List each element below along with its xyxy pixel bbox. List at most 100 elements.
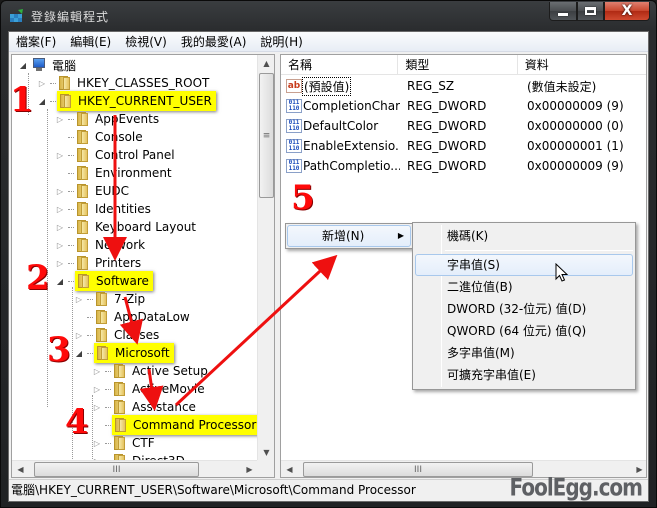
submenu-item[interactable]: 機碼(K) bbox=[415, 225, 633, 247]
tree-item[interactable]: ◢ HKEY_CURRENT_USER bbox=[37, 91, 216, 111]
highlighted-key[interactable]: Microsoft bbox=[94, 343, 174, 363]
tree-item[interactable]: ▷ Assistance bbox=[92, 398, 196, 416]
maximize-button[interactable] bbox=[577, 2, 604, 21]
submenu-item[interactable]: 多字串值(M) bbox=[415, 342, 633, 364]
scroll-thumb[interactable]: III bbox=[34, 462, 199, 477]
tree-item[interactable]: ◢ Software bbox=[55, 271, 153, 291]
tree-item-computer[interactable]: ◢ 電腦 bbox=[18, 56, 76, 74]
tree-item[interactable]: ▷ AppEvents bbox=[55, 110, 159, 128]
key-node[interactable]: Printers bbox=[75, 256, 141, 270]
key-node[interactable]: Identities bbox=[75, 202, 151, 216]
tree-item[interactable]: ◢ Microsoft bbox=[74, 343, 174, 363]
expand-arrow-icon[interactable]: ▷ bbox=[37, 78, 47, 88]
key-node[interactable]: AppEvents bbox=[75, 112, 159, 126]
minimize-button[interactable] bbox=[549, 2, 577, 21]
expand-arrow-icon[interactable]: ▷ bbox=[74, 330, 84, 340]
menu-item-label: 多字串值(M) bbox=[447, 346, 515, 360]
close-button[interactable]: X bbox=[604, 2, 650, 21]
tree-vertical-scrollbar[interactable]: ▲ ≡ ▼ bbox=[257, 55, 274, 461]
tree-item[interactable]: Command Processor bbox=[92, 415, 258, 435]
key-node[interactable]: AppDataLow bbox=[94, 310, 190, 324]
scroll-thumb[interactable]: III bbox=[303, 462, 533, 477]
expand-arrow-icon[interactable]: ▷ bbox=[55, 150, 65, 160]
value-row[interactable]: 011 110 EnableExtensio... REG_DWORD 0x000000… bbox=[281, 136, 646, 156]
expand-arrow-icon[interactable]: ▷ bbox=[55, 258, 65, 268]
value-row[interactable]: 011 110 CompletionChar REG_DWORD 0x00000009 … bbox=[281, 96, 646, 116]
key-node[interactable]: Keyboard Layout bbox=[75, 220, 196, 234]
tree-item[interactable]: ▷ Printers bbox=[55, 254, 141, 272]
tree-item[interactable]: ▷ Control Panel bbox=[55, 146, 175, 164]
scroll-right-arrow-icon[interactable]: ▶ bbox=[241, 461, 258, 477]
expand-arrow-icon[interactable]: ▷ bbox=[92, 402, 102, 412]
tree-item[interactable]: ▷ HKEY_CLASSES_ROOT bbox=[37, 74, 209, 92]
expand-arrow-icon[interactable]: ▷ bbox=[55, 240, 65, 250]
tree-item[interactable]: ▷ Keyboard Layout bbox=[55, 218, 196, 236]
submenu-item[interactable]: 字串值(S) bbox=[415, 254, 633, 276]
menu-item-label: 新增(N) bbox=[322, 229, 365, 243]
tree-item[interactable]: ▷ EUDC bbox=[55, 182, 129, 200]
expand-arrow-icon[interactable]: ▷ bbox=[92, 438, 102, 448]
expand-arrow-icon[interactable]: ▷ bbox=[74, 294, 84, 304]
menu-favorites[interactable]: 我的最愛(A) bbox=[174, 32, 254, 52]
submenu-item[interactable]: 二進位值(B) bbox=[415, 276, 633, 298]
key-node[interactable]: Environment bbox=[75, 166, 172, 180]
key-node[interactable]: ActiveMovie bbox=[112, 382, 205, 396]
column-header-name[interactable]: 名稱 bbox=[281, 55, 399, 75]
key-node[interactable]: HKEY_CLASSES_ROOT bbox=[57, 76, 209, 90]
key-node[interactable]: 7-Zip bbox=[94, 292, 145, 306]
tree-item[interactable]: ▷ ActiveMovie bbox=[92, 380, 205, 398]
key-node[interactable]: EUDC bbox=[75, 184, 129, 198]
highlighted-key[interactable]: HKEY_CURRENT_USER bbox=[57, 91, 216, 111]
menu-bar: 檔案(F) 編輯(E) 檢視(V) 我的最愛(A) 說明(H) bbox=[9, 32, 648, 52]
column-header-data[interactable]: 資料 bbox=[518, 55, 646, 75]
scroll-thumb[interactable]: ≡ bbox=[259, 73, 274, 198]
expand-arrow-icon[interactable]: ▷ bbox=[55, 204, 65, 214]
expand-toggle[interactable]: ◢ bbox=[18, 60, 28, 70]
submenu-item[interactable]: QWORD (64 位元) 值(Q) bbox=[415, 320, 633, 342]
tree-item[interactable]: AppDataLow bbox=[74, 308, 190, 326]
tree-item[interactable]: Console bbox=[55, 128, 143, 146]
highlighted-key[interactable]: Command Processor bbox=[112, 415, 258, 435]
collapse-arrow-icon[interactable]: ◢ bbox=[37, 96, 47, 106]
submenu-item[interactable]: 可擴充字串值(E) bbox=[415, 364, 633, 386]
key-node[interactable]: Assistance bbox=[112, 400, 196, 414]
tree-item[interactable]: ▷ Classes bbox=[74, 326, 159, 344]
submenu-item[interactable]: DWORD (32-位元) 值(D) bbox=[415, 298, 633, 320]
tree-item[interactable]: ▷ Active Setup bbox=[92, 362, 208, 380]
scroll-left-arrow-icon[interactable]: ◀ bbox=[12, 461, 29, 477]
context-menu-item-new[interactable]: 新增(N) ▶ bbox=[287, 225, 411, 247]
value-row[interactable]: ab (預設值) REG_SZ (數值未設定) bbox=[281, 76, 646, 96]
key-node[interactable]: Active Setup bbox=[112, 364, 208, 378]
expand-arrow-icon[interactable]: ▷ bbox=[92, 384, 102, 394]
tree-item[interactable]: ▷ Network bbox=[55, 236, 145, 254]
key-node[interactable]: Network bbox=[75, 238, 145, 252]
menu-item-label: 二進位值(B) bbox=[447, 280, 513, 294]
value-row[interactable]: 011 110 PathCompletio... REG_DWORD 0x0000000… bbox=[281, 156, 646, 176]
highlighted-key[interactable]: Software bbox=[75, 271, 153, 291]
menu-view[interactable]: 檢視(V) bbox=[118, 32, 174, 52]
key-node[interactable]: Classes bbox=[94, 328, 159, 342]
tree-item[interactable]: Environment bbox=[55, 164, 172, 182]
expand-arrow-icon[interactable]: ▷ bbox=[55, 186, 65, 196]
key-node[interactable]: CTF bbox=[112, 436, 155, 450]
menu-edit[interactable]: 編輯(E) bbox=[63, 32, 118, 52]
value-row[interactable]: 011 110 DefaultColor REG_DWORD 0x00000000 (0… bbox=[281, 116, 646, 136]
key-node[interactable]: Console bbox=[75, 130, 143, 144]
scroll-up-arrow-icon[interactable]: ▲ bbox=[258, 55, 274, 72]
expand-arrow-icon[interactable]: ▷ bbox=[55, 222, 65, 232]
menu-help[interactable]: 說明(H) bbox=[253, 32, 309, 52]
expand-arrow-icon[interactable]: ▷ bbox=[92, 366, 102, 376]
scroll-left-arrow-icon[interactable]: ◀ bbox=[281, 461, 298, 477]
column-header-type[interactable]: 類型 bbox=[398, 55, 518, 75]
key-node[interactable]: Control Panel bbox=[75, 148, 175, 162]
expand-arrow-icon[interactable]: ▷ bbox=[55, 114, 65, 124]
tree-item[interactable]: ▷ 7-Zip bbox=[74, 290, 145, 308]
tree-horizontal-scrollbar[interactable]: ◀ III ▶ bbox=[12, 460, 258, 477]
collapse-arrow-icon[interactable]: ◢ bbox=[55, 276, 65, 286]
title-bar[interactable]: 登錄編輯程式 X bbox=[1, 1, 656, 31]
scroll-down-arrow-icon[interactable]: ▼ bbox=[258, 444, 274, 461]
menu-file[interactable]: 檔案(F) bbox=[9, 32, 63, 52]
tree-item[interactable]: ▷ CTF bbox=[92, 434, 155, 452]
tree-item[interactable]: ▷ Identities bbox=[55, 200, 151, 218]
collapse-arrow-icon[interactable]: ◢ bbox=[74, 348, 84, 358]
